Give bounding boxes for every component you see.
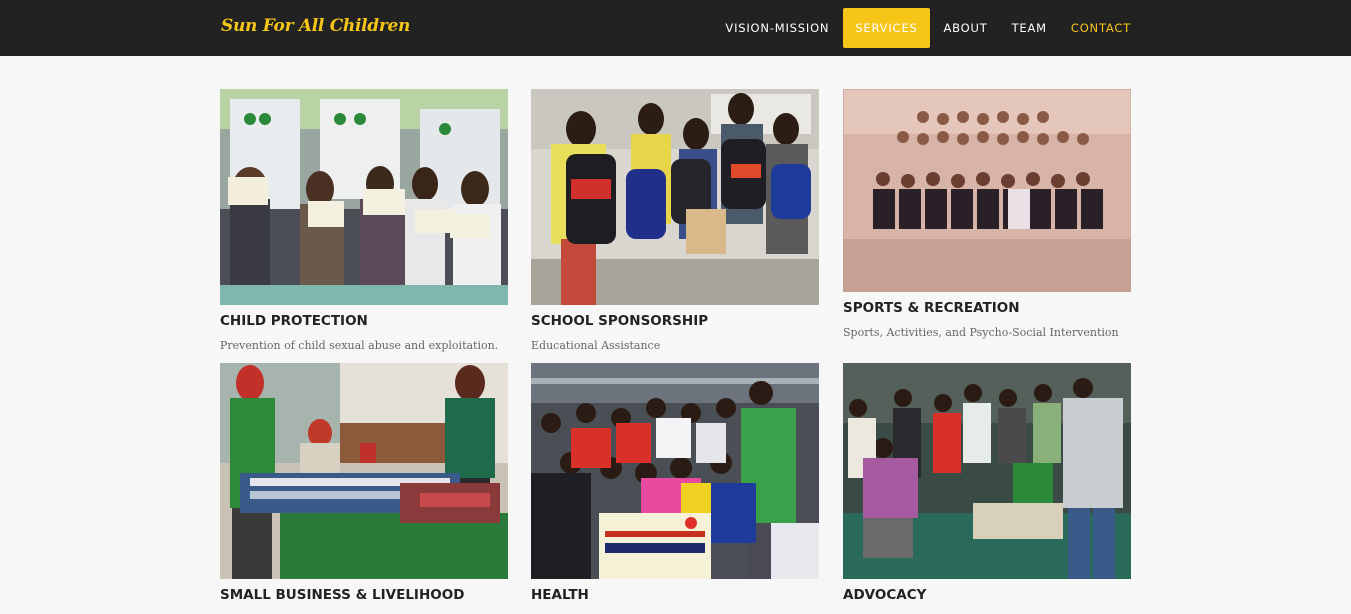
nav-vision-mission[interactable]: VISION-MISSION [713, 8, 841, 48]
service-title: CHILD PROTECTION [220, 313, 368, 329]
nav-services[interactable]: SERVICES [843, 8, 930, 48]
sports-recreation-photo [843, 89, 1131, 292]
service-title: SPORTS & RECREATION [843, 300, 1020, 316]
service-description: Prevention of child sexual abuse and exp… [220, 339, 499, 352]
service-card-school-sponsorship[interactable]: SCHOOL SPONSORSHIP Educational Assistanc… [531, 89, 819, 352]
advocacy-photo [843, 363, 1131, 579]
main-nav: VISION-MISSION SERVICES ABOUT TEAM CONTA… [713, 8, 1143, 48]
service-title: ADVOCACY [843, 587, 927, 603]
service-title: HEALTH [531, 587, 589, 603]
child-protection-photo [220, 89, 508, 305]
service-title: SMALL BUSINESS & LIVELIHOOD [220, 587, 465, 603]
nav-contact[interactable]: CONTACT [1059, 8, 1143, 48]
nav-about[interactable]: ABOUT [932, 8, 1000, 48]
service-card-advocacy[interactable]: ADVOCACY [843, 363, 1131, 603]
service-card-small-business[interactable]: SMALL BUSINESS & LIVELIHOOD [220, 363, 508, 603]
small-business-photo [220, 363, 508, 579]
service-card-child-protection[interactable]: CHILD PROTECTION Prevention of child sex… [220, 89, 508, 352]
service-card-sports-recreation[interactable]: SPORTS & RECREATION Sports, Activities, … [843, 89, 1131, 339]
nav-team[interactable]: TEAM [1000, 8, 1059, 48]
health-photo [531, 363, 819, 579]
brand-logo[interactable]: Sun For All Children [221, 16, 410, 36]
school-sponsorship-photo [531, 89, 819, 305]
service-description: Educational Assistance [531, 339, 661, 352]
service-title: SCHOOL SPONSORSHIP [531, 313, 709, 329]
service-card-health[interactable]: HEALTH [531, 363, 819, 603]
service-description: Sports, Activities, and Psycho-Social In… [843, 326, 1119, 339]
top-navbar: Sun For All Children VISION-MISSION SERV… [0, 0, 1351, 56]
